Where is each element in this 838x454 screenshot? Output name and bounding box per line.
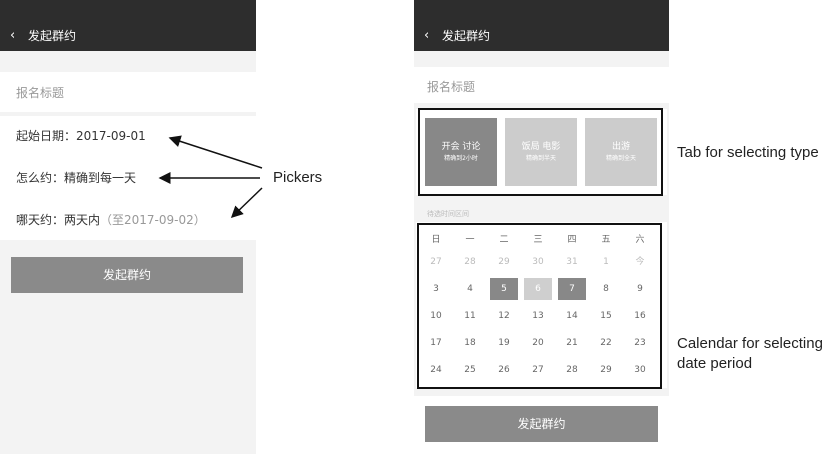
arrow-to-start-date xyxy=(168,135,263,169)
tab-annotation: Tab for selecting type xyxy=(677,144,819,161)
pickers-annotation: Pickers xyxy=(273,169,323,186)
title-input-row[interactable]: 报名标题 xyxy=(414,67,669,103)
calendar-annotation-line2: date period xyxy=(677,355,753,372)
arrow-to-which-day xyxy=(230,187,263,219)
tab-highlight-box xyxy=(418,108,663,196)
header-title: 发起群约 xyxy=(442,29,491,43)
range-hint: 待选时间区间 xyxy=(427,210,469,218)
back-icon[interactable]: ‹ xyxy=(424,28,429,44)
submit-button[interactable]: 发起群约 xyxy=(425,406,658,442)
app-header: ‹ 发起群约 xyxy=(414,0,669,51)
calendar-highlight-box xyxy=(417,223,662,389)
calendar-annotation-line1: Calendar for selecting xyxy=(677,335,823,352)
title-input-placeholder: 报名标题 xyxy=(427,80,476,94)
